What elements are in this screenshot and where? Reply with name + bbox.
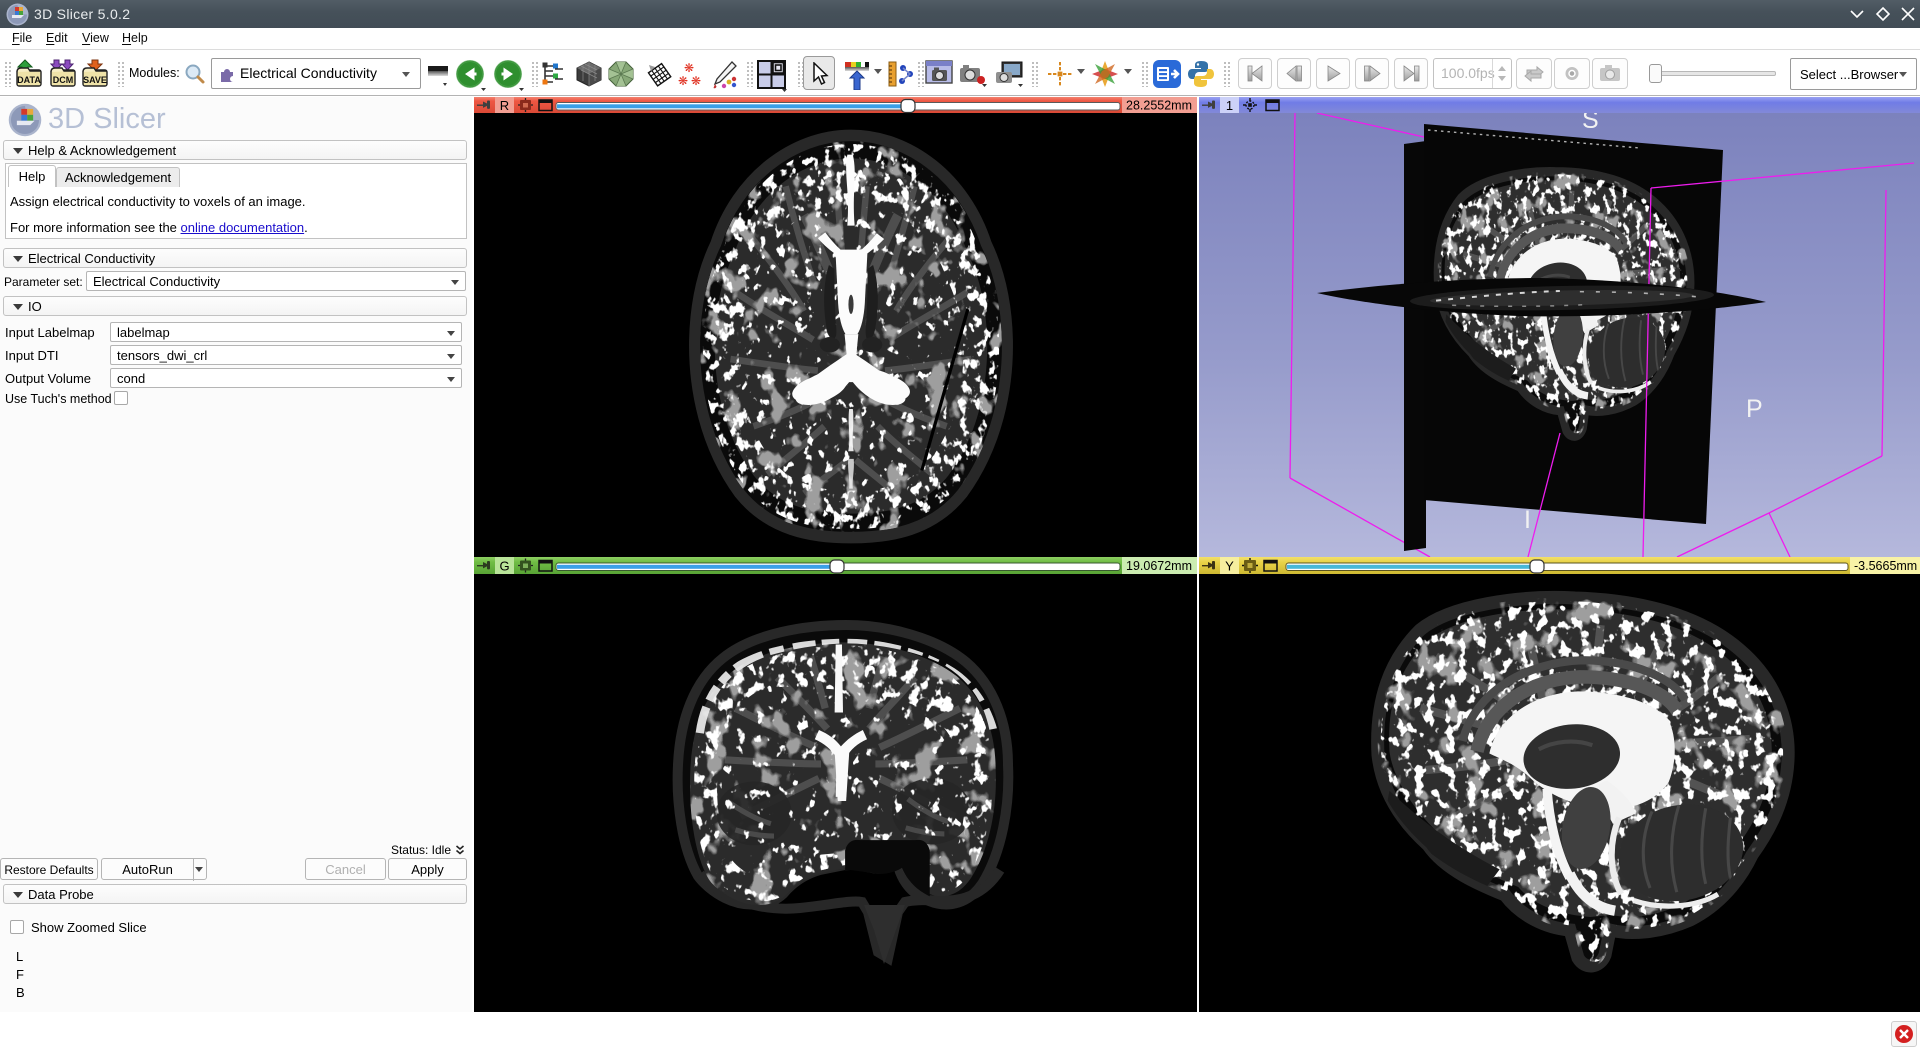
svg-text:DCM: DCM xyxy=(53,75,74,85)
svg-text:❋: ❋ xyxy=(691,74,701,88)
svg-text:1: 1 xyxy=(1226,98,1233,113)
svg-text:Y: Y xyxy=(1225,559,1234,574)
svg-text:P: P xyxy=(1746,395,1763,423)
svg-text:R: R xyxy=(500,98,509,113)
svg-text:-3.5665mm: -3.5665mm xyxy=(1854,559,1917,573)
svg-text:DATA: DATA xyxy=(17,75,41,85)
svg-text:SAVE: SAVE xyxy=(83,75,107,85)
svg-text:❋: ❋ xyxy=(684,61,694,75)
svg-text:I: I xyxy=(1524,506,1531,534)
svg-text:28.2552mm: 28.2552mm xyxy=(1126,99,1192,113)
svg-text:19.0672mm: 19.0672mm xyxy=(1126,559,1192,573)
svg-text:❋: ❋ xyxy=(678,74,688,88)
svg-text:G: G xyxy=(499,559,509,574)
